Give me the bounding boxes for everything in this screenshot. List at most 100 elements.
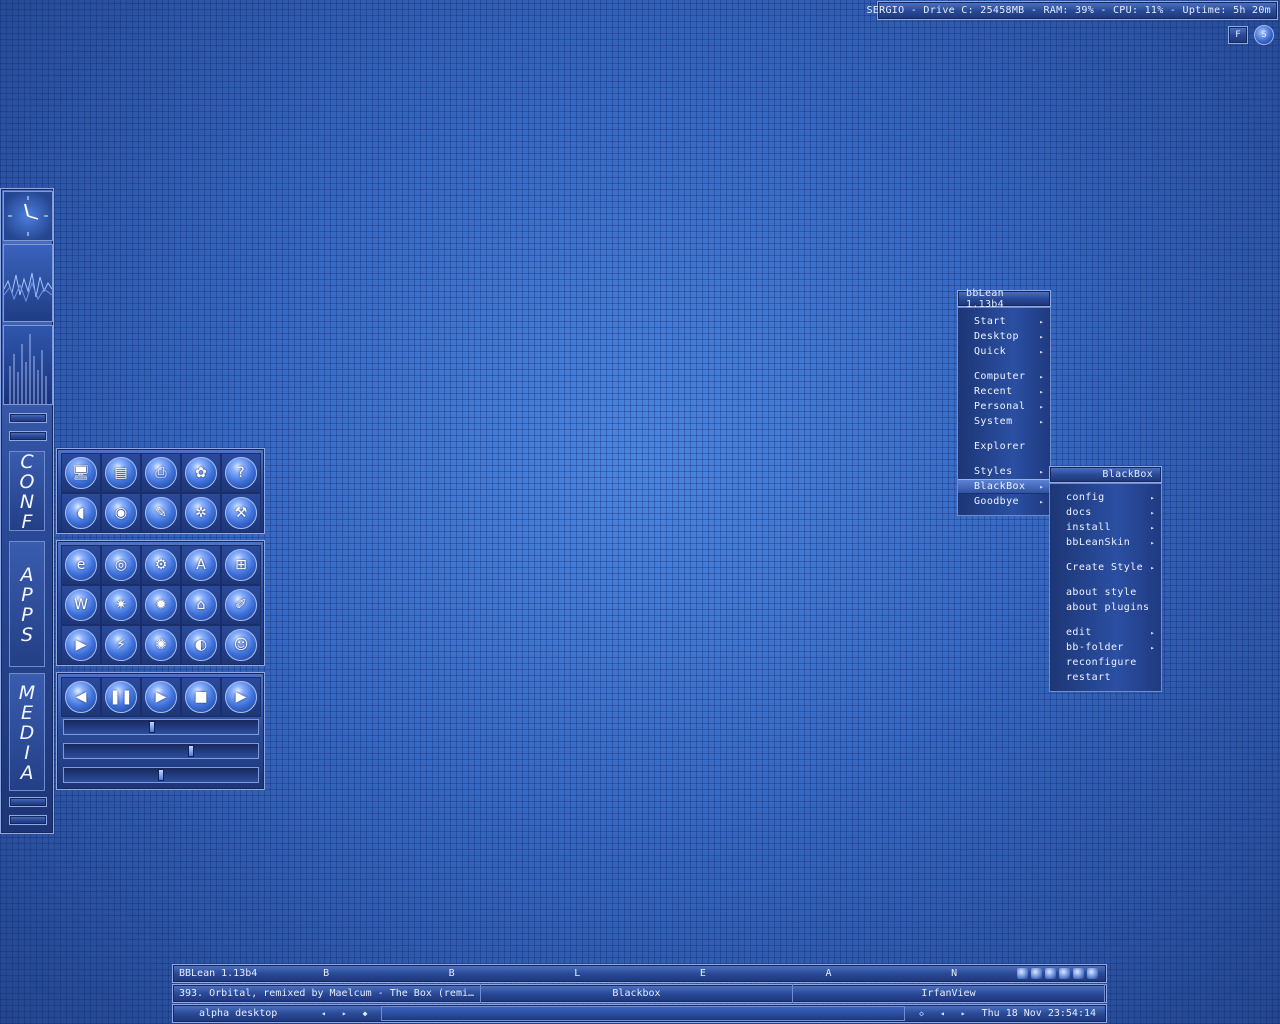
launcher-slot[interactable]: ⚒ [221,493,261,533]
launcher-slot[interactable]: ◖ [61,493,101,533]
settings-icon[interactable]: ⚙ [145,549,177,581]
tray-icon-5[interactable] [1073,968,1084,979]
workspace-letter[interactable]: L [574,968,580,979]
launcher-slot[interactable]: ◉ [101,493,141,533]
menu-item-goodbye[interactable]: Goodbye ▸ [958,494,1050,509]
blackbox-item-bb-folder[interactable]: bb-folder ▸ [1050,640,1161,655]
workspace-letter[interactable]: N [951,968,957,979]
next-task-button[interactable]: ▸ [953,1009,974,1018]
seek-slider[interactable] [63,719,259,735]
word-icon[interactable]: W [65,589,97,621]
launcher-slot[interactable]: ✹ [141,585,181,625]
menu-item-personal[interactable]: Personal ▸ [958,399,1050,414]
stop-icon[interactable]: ■ [185,681,217,713]
workspace-letter[interactable]: B [449,968,455,979]
analog-clock[interactable] [3,191,53,241]
menu-item-explorer[interactable]: Explorer [958,439,1050,454]
my-computer-icon[interactable]: 🖥 [65,457,97,489]
launcher-slot[interactable]: ⚙ [141,545,181,585]
tray-icon-3[interactable] [1045,968,1056,979]
play-icon[interactable]: ▶ [145,681,177,713]
blackbox-item-reconfigure[interactable]: reconfigure [1050,655,1161,670]
winamp-icon[interactable]: ⚡ [105,629,137,661]
help-icon[interactable]: ? [225,457,257,489]
media-player-icon[interactable]: ▶ [65,629,97,661]
file-server-icon[interactable]: ▤ [105,457,137,489]
launcher-slot[interactable]: ✷ [101,585,141,625]
task-button[interactable]: Blackbox [481,984,793,1003]
launcher-slot[interactable]: A [181,545,221,585]
task-dot-button[interactable]: ◇ [911,1009,932,1018]
mouse-icon[interactable]: ◖ [65,497,97,529]
menu-item-computer[interactable]: Computer ▸ [958,369,1050,384]
acrobat-icon[interactable]: A [185,549,217,581]
next-icon[interactable]: ▶ [225,681,257,713]
workspace-letter[interactable]: B [323,968,329,979]
root-menu-title[interactable]: bbLean 1.13b4 [957,288,1051,310]
speaker-icon[interactable]: ◉ [105,497,137,529]
workspace-letter[interactable]: E [700,968,706,979]
launcher-slot[interactable]: ■ [181,677,221,717]
launcher-slot[interactable]: ❚❚ [101,677,141,717]
menu-item-styles[interactable]: Styles ▸ [958,464,1050,479]
menu-item-recent[interactable]: Recent ▸ [958,384,1050,399]
blackbox-item-restart[interactable]: restart [1050,670,1161,685]
launcher-slot[interactable]: ◐ [181,625,221,665]
dock-mini-button[interactable] [9,815,47,825]
previous-icon[interactable]: ◀ [65,681,97,713]
dock-mini-button[interactable] [9,413,47,423]
launcher-slot[interactable]: ⎙ [141,453,181,493]
tray-icon-1[interactable] [1017,968,1028,979]
pencil-icon[interactable]: ✐ [225,589,257,621]
blackbox-item-config[interactable]: config ▸ [1050,490,1161,505]
launcher-slot[interactable]: ▤ [101,453,141,493]
launcher-slot[interactable]: ? [221,453,261,493]
menu-item-system[interactable]: System ▸ [958,414,1050,429]
slider-knob[interactable] [158,769,164,781]
launcher-slot[interactable]: ✲ [181,493,221,533]
blackbox-item-edit[interactable]: edit ▸ [1050,625,1161,640]
control-panel-icon[interactable]: ✿ [185,457,217,489]
menu-item-start[interactable]: Start ▸ [958,314,1050,329]
launcher-slot[interactable]: ⌂ [181,585,221,625]
volume-slider[interactable] [63,743,259,759]
launcher-slot[interactable]: ✐ [221,585,261,625]
pause-icon[interactable]: ❚❚ [105,681,137,713]
network-icon[interactable]: ✲ [185,497,217,529]
launcher-slot[interactable]: W [61,585,101,625]
messenger-icon[interactable]: ☺ [225,629,257,661]
blackbox-item-docs[interactable]: docs ▸ [1050,505,1161,520]
blackbox-item-about-style[interactable]: about style [1050,585,1161,600]
launcher-slot[interactable]: ✺ [141,625,181,665]
tray-icon-4[interactable] [1059,968,1070,979]
blackbox-item-install[interactable]: install ▸ [1050,520,1161,535]
menu-item-blackbox[interactable]: BlackBox ▸ [958,479,1050,494]
printer-icon[interactable]: ⎙ [145,457,177,489]
launcher-slot[interactable]: ◎ [101,545,141,585]
media-label[interactable]: MEDIA [9,673,45,791]
launcher-slot[interactable]: ▶ [61,625,101,665]
blackbox-item-create-style[interactable]: Create Style ▸ [1050,560,1161,575]
workspace-dot-button[interactable]: ◆ [355,1009,376,1018]
prev-workspace-button[interactable]: ◂ [313,1009,334,1018]
tools-icon[interactable]: ⚒ [225,497,257,529]
launcher-slot[interactable]: ◀ [61,677,101,717]
prev-task-button[interactable]: ◂ [932,1009,953,1018]
conf-label[interactable]: CONF [9,451,45,531]
launcher-slot[interactable]: ✿ [181,453,221,493]
internet-explorer-icon[interactable]: e [65,549,97,581]
blackbox-item-about-plugins[interactable]: about plugins [1050,600,1161,615]
dock-mini-button[interactable] [9,431,47,441]
media-disc-icon[interactable]: ◎ [105,549,137,581]
tray-icon-6[interactable] [1087,968,1098,979]
launcher-slot[interactable]: ▶ [141,677,181,717]
launcher-slot[interactable]: e [61,545,101,585]
f-button[interactable]: F [1228,26,1248,44]
burn-disc-icon[interactable]: ✺ [145,629,177,661]
launcher-slot[interactable]: ▶ [221,677,261,717]
menu-item-quick[interactable]: Quick ▸ [958,344,1050,359]
slider-knob[interactable] [148,721,155,733]
task-button[interactable]: 393. Orbital, remixed by Maelcum - The B… [173,984,481,1003]
task-button[interactable]: IrfanView [793,984,1105,1003]
launcher-slot[interactable]: ☺ [221,625,261,665]
